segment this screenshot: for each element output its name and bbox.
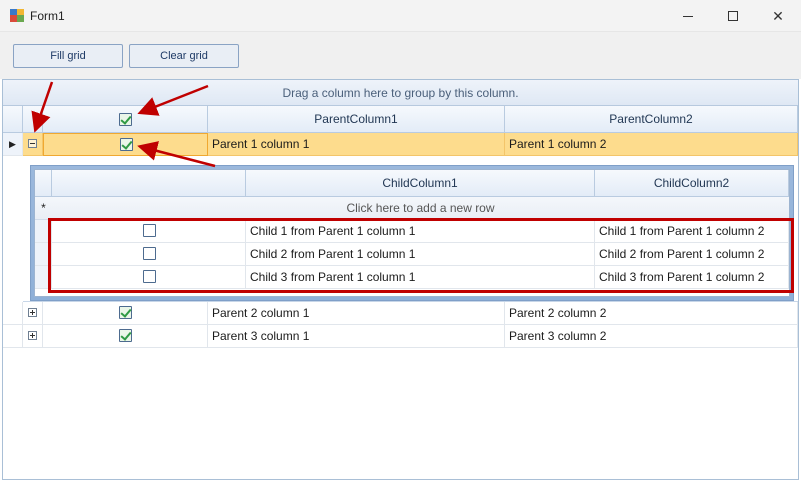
app-icon bbox=[10, 9, 24, 22]
expand-icon[interactable] bbox=[28, 331, 37, 340]
table-row-checkbox-cell[interactable] bbox=[43, 302, 208, 325]
add-new-row[interactable]: Click here to add a new row bbox=[52, 197, 789, 220]
title-bar: Form1 ✕ bbox=[0, 0, 801, 32]
table-cell[interactable]: Parent 1 column 2 bbox=[505, 133, 798, 156]
header-checkbox-cell[interactable] bbox=[43, 106, 208, 133]
fill-grid-button[interactable]: Fill grid bbox=[13, 44, 123, 68]
child-header-column-2[interactable]: ChildColumn2 bbox=[595, 170, 789, 197]
window-title: Form1 bbox=[30, 9, 65, 23]
table-row-expander[interactable] bbox=[23, 133, 43, 156]
new-row-marker: * bbox=[35, 197, 52, 220]
header-parent-column-1[interactable]: ParentColumn1 bbox=[208, 106, 505, 133]
table-cell[interactable]: Parent 3 column 2 bbox=[505, 325, 798, 348]
expander-header bbox=[23, 106, 43, 133]
row-checkbox[interactable] bbox=[119, 306, 132, 319]
table-cell[interactable]: Parent 2 column 1 bbox=[208, 302, 505, 325]
clear-grid-button[interactable]: Clear grid bbox=[129, 44, 239, 68]
minimize-button[interactable] bbox=[664, 0, 710, 32]
table-row-checkbox-cell[interactable] bbox=[43, 325, 208, 348]
maximize-icon bbox=[728, 11, 738, 21]
expand-icon[interactable] bbox=[28, 308, 37, 317]
table-row-expander[interactable] bbox=[23, 325, 43, 348]
row-header bbox=[3, 302, 23, 325]
table-row-checkbox-cell[interactable] bbox=[43, 133, 208, 156]
group-by-panel[interactable]: Drag a column here to group by this colu… bbox=[3, 80, 798, 106]
row-indicator-current: ▶ bbox=[3, 133, 23, 156]
table-cell[interactable]: Parent 1 column 1 bbox=[208, 133, 505, 156]
row-header-corner bbox=[3, 106, 23, 133]
row-header bbox=[3, 325, 23, 348]
table-row-expander[interactable] bbox=[23, 302, 43, 325]
table-cell[interactable]: Parent 2 column 2 bbox=[505, 302, 798, 325]
close-button[interactable]: ✕ bbox=[755, 0, 801, 32]
row-checkbox[interactable] bbox=[119, 329, 132, 342]
row-checkbox[interactable] bbox=[120, 138, 133, 151]
child-header-column-1[interactable]: ChildColumn1 bbox=[246, 170, 595, 197]
header-parent-column-2[interactable]: ParentColumn2 bbox=[505, 106, 798, 133]
header-checkbox[interactable] bbox=[119, 113, 132, 126]
annotation-highlight-box bbox=[48, 218, 794, 293]
child-row-header-corner bbox=[35, 170, 52, 197]
collapse-icon[interactable] bbox=[28, 139, 37, 148]
table-cell[interactable]: Parent 3 column 1 bbox=[208, 325, 505, 348]
minimize-icon bbox=[683, 16, 693, 17]
button-panel: Fill grid Clear grid bbox=[0, 32, 801, 79]
child-header-checkbox[interactable] bbox=[52, 170, 246, 197]
close-icon: ✕ bbox=[772, 8, 784, 24]
maximize-button[interactable] bbox=[710, 0, 756, 32]
